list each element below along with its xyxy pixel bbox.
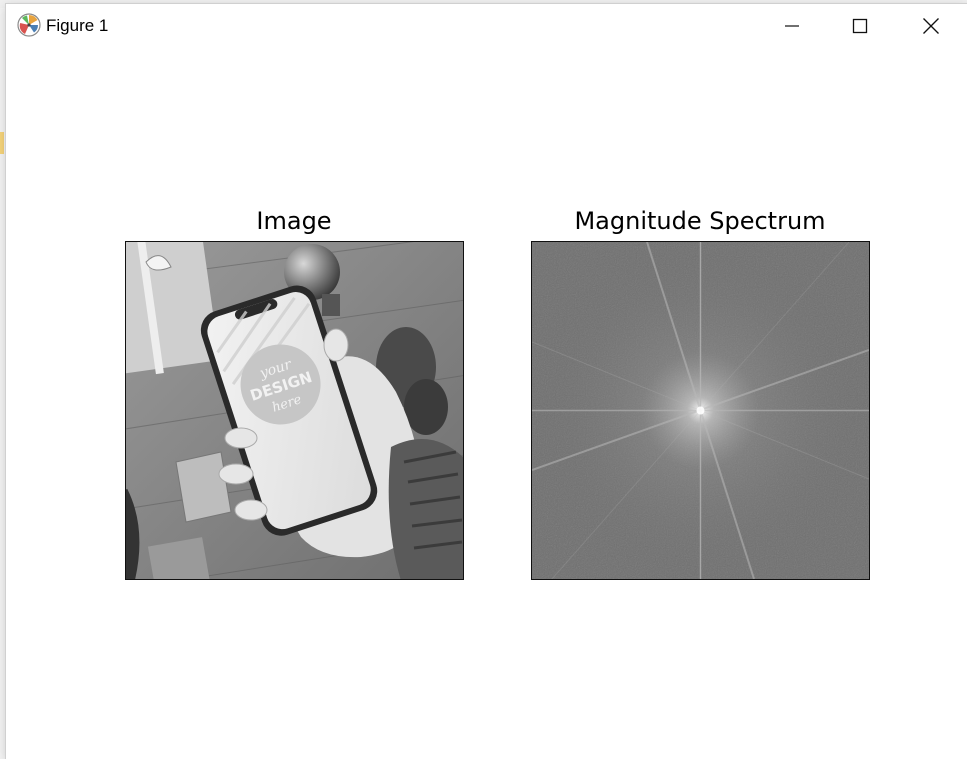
fft-magnitude-spectrum (532, 242, 869, 579)
background-highlight (0, 132, 4, 154)
subplot-title-image: Image (256, 207, 332, 235)
maximize-button[interactable] (825, 4, 895, 47)
grayscale-photo: your DESIGN here (126, 242, 463, 579)
spectrum-axes[interactable] (531, 241, 870, 580)
maximize-icon (852, 18, 868, 33)
window-title: Figure 1 (46, 16, 109, 35)
figure-canvas[interactable]: Image your DESIGN here Magnitude Spectru… (6, 47, 967, 759)
image-axes[interactable]: your DESIGN here (125, 241, 464, 580)
close-icon (923, 17, 939, 34)
minimize-button[interactable] (757, 4, 827, 47)
subplot-title-magnitude-spectrum: Magnitude Spectrum (574, 207, 826, 235)
close-button[interactable] (896, 4, 966, 47)
minimize-icon (785, 24, 799, 27)
matplotlib-icon (17, 13, 41, 37)
figure-window: Figure 1 Image your DESIGN here Magnitud… (6, 4, 967, 759)
title-bar[interactable]: Figure 1 (6, 4, 967, 47)
